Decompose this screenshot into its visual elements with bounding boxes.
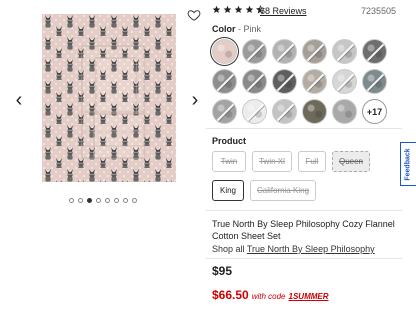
gallery-dot[interactable] [69,198,74,203]
color-swatch-teal-grey[interactable] [362,69,387,94]
product-sku: 7235505 [360,6,396,16]
color-swatch-white-snow[interactable] [242,99,267,124]
color-swatch-ivory-star[interactable] [332,69,357,94]
color-swatch-charcoal[interactable] [362,39,387,64]
heart-icon[interactable] [187,8,201,22]
color-swatch-beige-animal[interactable] [302,69,327,94]
product-gallery: ‹ › [0,0,206,215]
color-swatch-slate-print[interactable] [242,69,267,94]
divider [206,128,402,129]
divider [206,258,402,259]
color-swatch-grey-buffalo[interactable] [212,99,237,124]
color-heading: Color [212,24,236,34]
star-icon [212,5,221,13]
feedback-tab[interactable]: Feedback [400,142,416,186]
size-option-queen[interactable]: Queen [332,151,370,172]
unavailable-slash [273,100,296,123]
color-swatch-grey-print[interactable] [272,39,297,64]
gallery-dots [0,198,206,203]
color-swatch-taupe-geo[interactable] [302,39,327,64]
feedback-label: Feedback [405,147,413,181]
divider [206,210,402,211]
unavailable-slash [243,70,266,93]
color-swatch-light-grey[interactable] [272,99,297,124]
sale-price: $66.50 [212,288,249,302]
color-swatch-grey-geo[interactable] [242,39,267,64]
star-icon [234,5,243,13]
brand-link[interactable]: True North By Sleep Philosophy [247,244,375,254]
gallery-dot[interactable] [123,198,128,203]
color-label: Color - Pink [212,24,261,34]
color-swatch-grey-pattern[interactable] [212,69,237,94]
selected-color: Pink [243,24,262,34]
unavailable-slash [273,40,296,63]
gallery-dot[interactable] [87,198,92,203]
color-swatch-pink-bulldog[interactable] [212,39,237,64]
unavailable-slash [363,70,386,93]
unavailable-slash [213,100,236,123]
star-icon [223,5,232,13]
reviews-link[interactable]: 68 Reviews [260,6,307,16]
unavailable-slash [243,100,266,123]
color-swatch-dark-print[interactable] [272,69,297,94]
gallery-dot[interactable] [105,198,110,203]
regular-price: $95 [212,264,233,278]
size-option-king[interactable]: King [212,180,244,201]
gallery-dot[interactable] [78,198,83,203]
gallery-dot[interactable] [96,198,101,203]
shop-all-prefix: Shop all [212,244,247,254]
color-swatch-grey-plaid[interactable] [332,99,357,124]
unavailable-slash [213,70,236,93]
unavailable-slash [243,40,266,63]
unavailable-slash [273,70,296,93]
product-title: True North By Sleep Philosophy Cozy Flan… [212,219,395,241]
product-heading: Product [212,136,247,146]
size-option-full[interactable]: Full [298,151,326,172]
size-option-twin-xl[interactable]: Twin Xl [252,151,292,172]
product-image [42,14,176,182]
color-separator: - [235,24,244,34]
chevron-right-icon[interactable]: › [188,90,202,110]
more-colors-button[interactable]: +17 [362,99,387,124]
sale-price-row: $66.50 with code 1SUMMER [212,288,329,302]
color-swatch-olive-moose[interactable] [302,99,327,124]
gallery-dot[interactable] [132,198,137,203]
chevron-left-icon[interactable]: ‹ [12,90,26,110]
size-option-twin[interactable]: Twin [212,151,246,172]
unavailable-slash [303,70,326,93]
color-swatch-silver-stripe[interactable] [332,39,357,64]
size-option-california-king[interactable]: California King [250,180,316,201]
unavailable-slash [363,40,386,63]
gallery-dot[interactable] [114,198,119,203]
unavailable-slash [333,70,356,93]
unavailable-slash [333,40,356,63]
promo-code-link[interactable]: 1SUMMER [289,292,329,301]
color-swatches: +17 [212,39,392,125]
shop-all-row: Shop all True North By Sleep Philosophy [212,244,375,254]
with-code-text: with code [251,292,286,301]
rating-stars [212,5,265,14]
unavailable-slash [303,40,326,63]
star-icon [245,5,254,13]
